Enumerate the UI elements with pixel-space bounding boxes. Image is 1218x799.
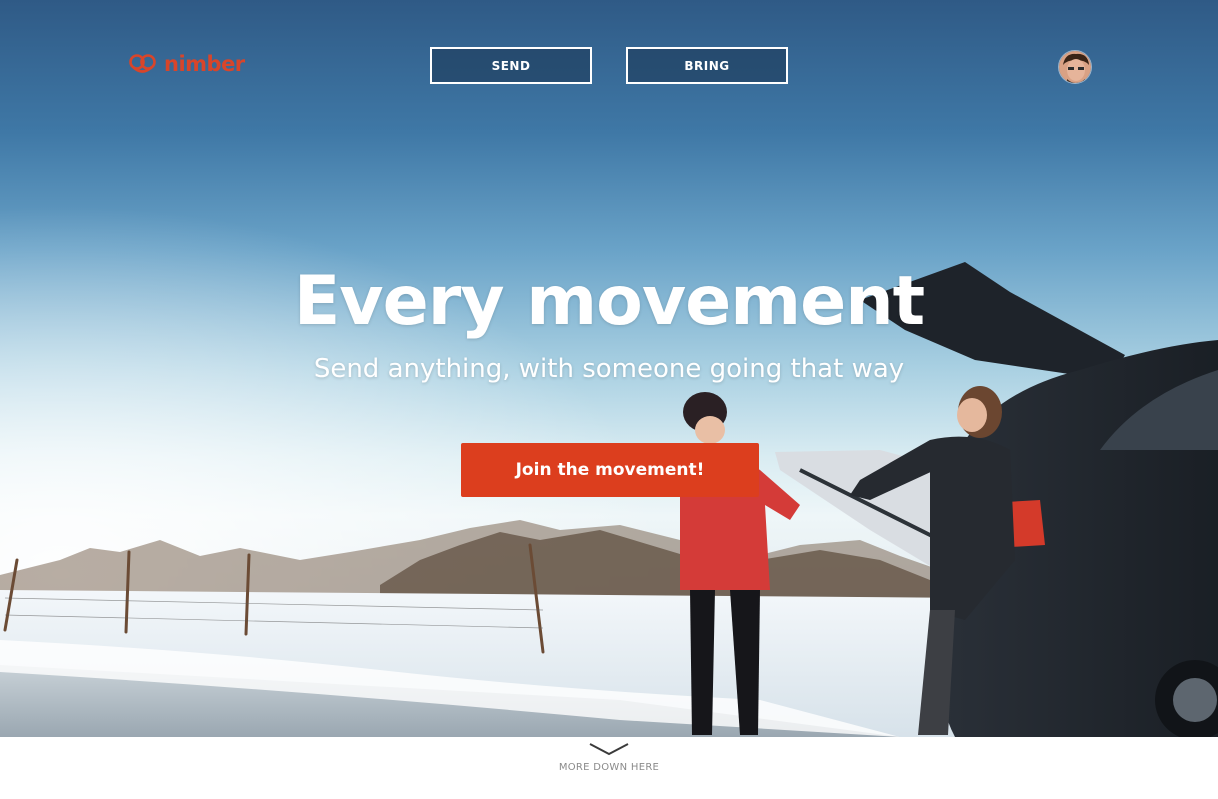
- join-movement-button[interactable]: Join the movement!: [461, 443, 759, 497]
- nimber-logo-icon: [129, 54, 156, 73]
- logo-text: nimber: [164, 52, 245, 76]
- hero-section: nimber SEND BRING Every movement Send an…: [0, 0, 1218, 737]
- chevron-down-icon: [589, 743, 629, 756]
- more-down-link[interactable]: MORE DOWN HERE: [0, 742, 1218, 773]
- user-avatar[interactable]: [1058, 50, 1092, 84]
- bring-button[interactable]: BRING: [626, 47, 788, 84]
- hero-subheadline: Send anything, with someone going that w…: [313, 354, 905, 384]
- nimber-logo[interactable]: nimber: [128, 52, 245, 76]
- send-button[interactable]: SEND: [430, 47, 592, 84]
- hero-headline: Every movement: [293, 262, 925, 341]
- more-down-label: MORE DOWN HERE: [558, 762, 660, 773]
